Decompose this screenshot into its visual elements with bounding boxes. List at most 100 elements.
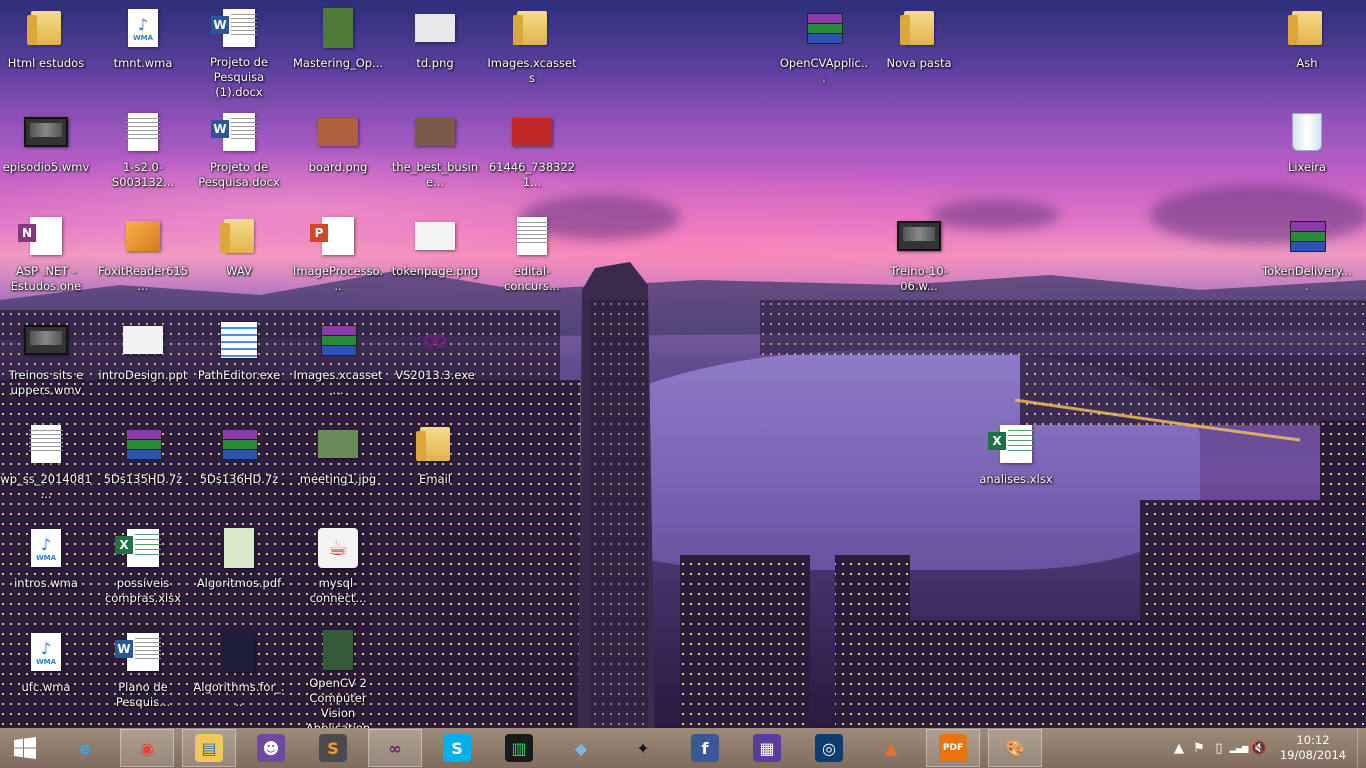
desktop-icon-label: tmnt.wma xyxy=(113,56,173,70)
desktop-icon-label: FoxitReader615... xyxy=(97,264,189,293)
desktop-icon-label: ImageProcesso... xyxy=(292,264,384,293)
desktop-icon[interactable]: W Projeto de Pesquisa.docx xyxy=(193,104,285,204)
winrar-archive-icon xyxy=(1285,214,1329,258)
desktop-icon[interactable]: introDesign.ppt xyxy=(97,312,189,412)
desktop-icon[interactable]: td.png xyxy=(389,0,481,100)
folder-icon xyxy=(217,214,261,258)
desktop-icon[interactable]: Mastering_Op... xyxy=(292,0,384,100)
excel-file-icon: X xyxy=(988,422,1038,466)
desktop-icon[interactable]: the_best_busine... xyxy=(389,104,481,204)
desktop-icon[interactable]: wp_ss_2014081... xyxy=(0,416,92,516)
book-cover-icon xyxy=(316,630,360,670)
matlab-icon: ▲ xyxy=(884,738,898,758)
image-file-icon xyxy=(510,110,554,154)
calculator-icon: ▦ xyxy=(753,734,781,762)
desktop-icon[interactable]: ♪ WMA ufc.wma xyxy=(0,624,92,724)
desktop-icon[interactable]: 1-s2.0-S003132... xyxy=(97,104,189,204)
desktop-icon-label: WAV xyxy=(226,264,252,278)
document-file-icon xyxy=(121,110,165,154)
taskbar-unity-button[interactable]: ✦ xyxy=(616,729,670,767)
desktop-icon[interactable]: ☕ mysql-connect... xyxy=(292,520,384,620)
desktop-icon[interactable]: ♪ WMA intros.wma xyxy=(0,520,92,620)
desktop-icon[interactable]: W Projeto de Pesquisa (1).docx xyxy=(193,0,285,100)
taskbar-skype-button[interactable]: S xyxy=(430,729,484,767)
speaker-muted-icon[interactable]: 🔇 xyxy=(1249,741,1269,756)
desktop-icon[interactable]: Images.xcassets xyxy=(486,0,578,100)
desktop-icon[interactable]: Images.xcasset... xyxy=(292,312,384,412)
video-file-icon xyxy=(24,110,68,154)
desktop-icon[interactable]: Xpossíveis compras.xlsx xyxy=(97,520,189,620)
document-file-icon xyxy=(24,422,68,466)
desktop-icon[interactable]: W Plano de Pesquis... xyxy=(97,624,189,724)
book-cover-icon xyxy=(316,6,360,50)
desktop-icon[interactable]: Html estudos xyxy=(0,0,92,100)
desktop-icon[interactable]: 61446_7383221... xyxy=(486,104,578,204)
internet-explorer-icon: e xyxy=(79,738,91,758)
document-file-icon xyxy=(510,214,554,258)
desktop-icon[interactable]: PathEditor.exe xyxy=(193,312,285,412)
sublime-text-icon: S xyxy=(319,734,347,762)
image-file-icon xyxy=(413,110,457,154)
flag-icon[interactable]: ⚑ xyxy=(1189,741,1209,756)
taskbar-matlab-button[interactable]: ▲ xyxy=(864,729,918,767)
desktop-icon[interactable]: meeting1.jpg xyxy=(292,416,384,516)
desktop-icon[interactable]: P ImageProcesso... xyxy=(292,208,384,308)
desktop-icon[interactable]: Treinos sits e uppers.wmv xyxy=(0,312,92,412)
power-plug-icon[interactable]: ▯ xyxy=(1209,741,1229,756)
folder-icon xyxy=(413,422,457,466)
desktop-icon[interactable]: edital-concurs... xyxy=(486,208,578,308)
desktop-icon-label: intros.wma xyxy=(14,576,78,590)
taskbar-internet-explorer-button[interactable]: e xyxy=(58,729,112,767)
desktop-icon[interactable]: OpenCVApplic... xyxy=(778,0,870,100)
desktop-icon[interactable]: FoxitReader615... xyxy=(97,208,189,308)
taskbar-paint-button[interactable]: 🎨 xyxy=(988,729,1042,767)
desktop-icon-label: Lixeira xyxy=(1287,160,1327,174)
desktop-icon[interactable]: ∞ VS2013.3.exe xyxy=(389,312,481,412)
desktop-icon[interactable]: Algoritmos.pdf xyxy=(193,520,285,620)
desktop-icon[interactable]: WAV xyxy=(193,208,285,308)
desktop-icon[interactable]: Lixeira xyxy=(1261,104,1353,204)
start-button[interactable] xyxy=(0,729,50,767)
desktop-icon[interactable]: board.png xyxy=(292,104,384,204)
github-cat-icon: ☻ xyxy=(257,734,285,762)
taskbar-sublime-button[interactable]: S xyxy=(306,729,360,767)
taskbar-pinned-apps: e ◉ ▤ ☻ S ∞ S ▥ ◆ ✦ f ▦ ◎ ▲ PDF 🎨 xyxy=(58,729,1050,767)
desktop-icon[interactable]: Algorithms.for_... xyxy=(193,624,285,724)
desktop-icon[interactable]: ♪ WMA tmnt.wma xyxy=(97,0,189,100)
desktop-icon-label: meeting1.jpg xyxy=(299,472,377,486)
desktop-icon[interactable]: 5Ds136HD.7z xyxy=(193,416,285,516)
desktop-icon[interactable]: Treino-10-06.w... xyxy=(873,208,965,308)
desktop-icon-label: td.png xyxy=(416,56,454,70)
show-desktop-button[interactable] xyxy=(1357,728,1366,768)
desktop-icon-label: Treinos sits e uppers.wmv xyxy=(8,368,84,397)
desktop-icon[interactable]: Nova pasta xyxy=(873,0,965,100)
desktop-icon-label: Mastering_Op... xyxy=(292,56,384,70)
desktop-icon-label: 5Ds136HD.7z xyxy=(199,472,279,486)
taskbar-github-button[interactable]: ☻ xyxy=(244,729,298,767)
signal-bars-icon[interactable]: ▂▄▆ xyxy=(1229,744,1249,753)
taskbar-virtualbox-button[interactable]: ◆ xyxy=(554,729,608,767)
desktop-icon[interactable]: episodio5.wmv xyxy=(0,104,92,204)
desktop-icon[interactable]: TokenDelivery.... xyxy=(1261,208,1353,308)
visual-studio-icon: ∞ xyxy=(420,320,450,360)
desktop-icon[interactable]: tokenpage.png xyxy=(389,208,481,308)
clock-date: 19/08/2014 xyxy=(1279,748,1347,762)
taskbar-visual-studio-button[interactable]: ∞ xyxy=(368,729,422,767)
taskbar-calculator-button[interactable]: ▦ xyxy=(740,729,794,767)
taskbar-equalizer-button[interactable]: ▥ xyxy=(492,729,546,767)
desktop-icon[interactable]: N ASP .NET - Estudos.one xyxy=(0,208,92,308)
taskbar-pdf-reader-button[interactable]: PDF xyxy=(926,729,980,767)
taskbar-compass-button[interactable]: ◎ xyxy=(802,729,856,767)
taskbar-chrome-button[interactable]: ◉ xyxy=(120,729,174,767)
desktop-icon[interactable]: Ash xyxy=(1261,0,1353,100)
taskbar-file-explorer-button[interactable]: ▤ xyxy=(182,729,236,767)
taskbar-facebook-button[interactable]: f xyxy=(678,729,732,767)
chevron-up-icon[interactable]: ▲ xyxy=(1169,741,1189,756)
desktop-icon[interactable]: Xanalises.xlsx xyxy=(970,416,1062,516)
desktop-icon-label: VS2013.3.exe xyxy=(395,368,475,382)
desktop-icon[interactable]: Email xyxy=(389,416,481,516)
clock[interactable]: 10:12 19/08/2014 xyxy=(1273,733,1353,763)
desktop-icon[interactable]: 5Ds135HD.7z xyxy=(97,416,189,516)
desktop-icon-label: PathEditor.exe xyxy=(197,368,281,382)
desktop-icon[interactable]: OpenCV 2 Computer Vision Application P..… xyxy=(292,624,384,728)
